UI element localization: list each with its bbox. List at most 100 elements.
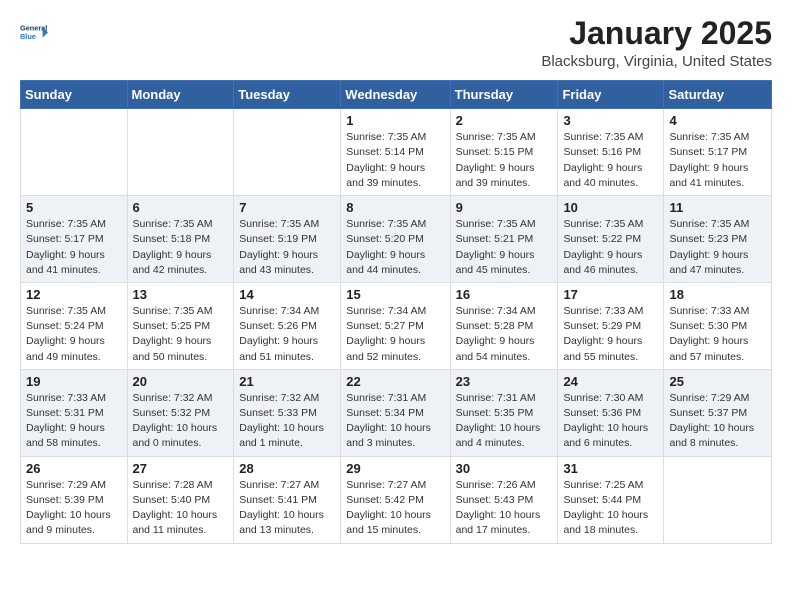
day-number: 21	[239, 374, 335, 389]
table-row: 31 Sunrise: 7:25 AMSunset: 5:44 PMDayligh…	[558, 456, 664, 543]
day-number: 30	[456, 461, 553, 476]
table-row: 6 Sunrise: 7:35 AMSunset: 5:18 PMDaylight…	[127, 196, 234, 283]
day-info: Sunrise: 7:30 AMSunset: 5:36 PMDaylight:…	[563, 391, 658, 452]
header: General Blue January 2025 Blacksburg, Vi…	[20, 16, 772, 70]
day-number: 3	[563, 113, 658, 128]
title-block: January 2025 Blacksburg, Virginia, Unite…	[541, 16, 772, 70]
calendar-week-row: 26 Sunrise: 7:29 AMSunset: 5:39 PMDayligh…	[21, 456, 772, 543]
table-row: 10 Sunrise: 7:35 AMSunset: 5:22 PMDayligh…	[558, 196, 664, 283]
day-info: Sunrise: 7:28 AMSunset: 5:40 PMDaylight:…	[133, 478, 229, 539]
table-row: 20 Sunrise: 7:32 AMSunset: 5:32 PMDayligh…	[127, 369, 234, 456]
day-number: 6	[133, 200, 229, 215]
day-info: Sunrise: 7:35 AMSunset: 5:17 PMDaylight:…	[669, 130, 766, 191]
table-row: 24 Sunrise: 7:30 AMSunset: 5:36 PMDayligh…	[558, 369, 664, 456]
day-number: 27	[133, 461, 229, 476]
day-info: Sunrise: 7:34 AMSunset: 5:27 PMDaylight:…	[346, 304, 444, 365]
table-row	[234, 109, 341, 196]
day-number: 8	[346, 200, 444, 215]
day-info: Sunrise: 7:35 AMSunset: 5:16 PMDaylight:…	[563, 130, 658, 191]
header-thursday: Thursday	[450, 81, 558, 109]
day-number: 7	[239, 200, 335, 215]
day-number: 17	[563, 287, 658, 302]
table-row: 13Sunrise: 7:35 AMSunset: 5:25 PMDayligh…	[127, 282, 234, 369]
svg-text:Blue: Blue	[20, 32, 36, 41]
calendar-subtitle: Blacksburg, Virginia, United States	[541, 53, 772, 70]
table-row: 18Sunrise: 7:33 AMSunset: 5:30 PMDayligh…	[664, 282, 772, 369]
calendar-title: January 2025	[541, 16, 772, 51]
day-info: Sunrise: 7:35 AMSunset: 5:19 PMDaylight:…	[239, 217, 335, 278]
day-number: 26	[26, 461, 122, 476]
day-info: Sunrise: 7:25 AMSunset: 5:44 PMDaylight:…	[563, 478, 658, 539]
day-info: Sunrise: 7:29 AMSunset: 5:37 PMDaylight:…	[669, 391, 766, 452]
header-saturday: Saturday	[664, 81, 772, 109]
table-row: 15 Sunrise: 7:34 AMSunset: 5:27 PMDayligh…	[341, 282, 450, 369]
day-info: Sunrise: 7:31 AMSunset: 5:35 PMDaylight:…	[456, 391, 553, 452]
table-row: 11 Sunrise: 7:35 AMSunset: 5:23 PMDayligh…	[664, 196, 772, 283]
day-info: Sunrise: 7:35 AMSunset: 5:23 PMDaylight:…	[669, 217, 766, 278]
table-row: 2 Sunrise: 7:35 AMSunset: 5:15 PMDaylight…	[450, 109, 558, 196]
day-number: 31	[563, 461, 658, 476]
day-number: 28	[239, 461, 335, 476]
table-row: 25Sunrise: 7:29 AMSunset: 5:37 PMDayligh…	[664, 369, 772, 456]
day-number: 10	[563, 200, 658, 215]
day-info: Sunrise: 7:33 AMSunset: 5:29 PMDaylight:…	[563, 304, 658, 365]
day-info: Sunrise: 7:35 AMSunset: 5:21 PMDaylight:…	[456, 217, 553, 278]
day-number: 15	[346, 287, 444, 302]
day-info: Sunrise: 7:27 AMSunset: 5:41 PMDaylight:…	[239, 478, 335, 539]
table-row	[664, 456, 772, 543]
table-row: 4 Sunrise: 7:35 AMSunset: 5:17 PMDaylight…	[664, 109, 772, 196]
day-number: 5	[26, 200, 122, 215]
day-number: 11	[669, 200, 766, 215]
table-row: 16 Sunrise: 7:34 AMSunset: 5:28 PMDayligh…	[450, 282, 558, 369]
table-row: 12 Sunrise: 7:35 AMSunset: 5:24 PMDayligh…	[21, 282, 128, 369]
day-info: Sunrise: 7:35 AMSunset: 5:18 PMDaylight:…	[133, 217, 229, 278]
day-number: 24	[563, 374, 658, 389]
day-info: Sunrise: 7:35 AMSunset: 5:14 PMDaylight:…	[346, 130, 444, 191]
day-number: 16	[456, 287, 553, 302]
header-friday: Friday	[558, 81, 664, 109]
calendar-table: Sunday Monday Tuesday Wednesday Thursday…	[20, 80, 772, 543]
table-row: 21 Sunrise: 7:32 AMSunset: 5:33 PMDayligh…	[234, 369, 341, 456]
table-row: 30Sunrise: 7:26 AMSunset: 5:43 PMDayligh…	[450, 456, 558, 543]
calendar-week-row: 19Sunrise: 7:33 AMSunset: 5:31 PMDayligh…	[21, 369, 772, 456]
table-row: 19Sunrise: 7:33 AMSunset: 5:31 PMDayligh…	[21, 369, 128, 456]
calendar-week-row: 12 Sunrise: 7:35 AMSunset: 5:24 PMDayligh…	[21, 282, 772, 369]
day-number: 22	[346, 374, 444, 389]
day-info: Sunrise: 7:35 AMSunset: 5:15 PMDaylight:…	[456, 130, 553, 191]
day-info: Sunrise: 7:27 AMSunset: 5:42 PMDaylight:…	[346, 478, 444, 539]
day-info: Sunrise: 7:29 AMSunset: 5:39 PMDaylight:…	[26, 478, 122, 539]
table-row	[127, 109, 234, 196]
day-info: Sunrise: 7:34 AMSunset: 5:26 PMDaylight:…	[239, 304, 335, 365]
table-row: 8 Sunrise: 7:35 AMSunset: 5:20 PMDaylight…	[341, 196, 450, 283]
day-number: 4	[669, 113, 766, 128]
table-row: 23 Sunrise: 7:31 AMSunset: 5:35 PMDayligh…	[450, 369, 558, 456]
table-row: 22 Sunrise: 7:31 AMSunset: 5:34 PMDayligh…	[341, 369, 450, 456]
day-number: 2	[456, 113, 553, 128]
table-row: 17 Sunrise: 7:33 AMSunset: 5:29 PMDayligh…	[558, 282, 664, 369]
day-info: Sunrise: 7:34 AMSunset: 5:28 PMDaylight:…	[456, 304, 553, 365]
day-info: Sunrise: 7:33 AMSunset: 5:31 PMDaylight:…	[26, 391, 122, 452]
table-row: 3 Sunrise: 7:35 AMSunset: 5:16 PMDaylight…	[558, 109, 664, 196]
table-row: 27 Sunrise: 7:28 AMSunset: 5:40 PMDayligh…	[127, 456, 234, 543]
day-info: Sunrise: 7:35 AMSunset: 5:24 PMDaylight:…	[26, 304, 122, 365]
day-number: 20	[133, 374, 229, 389]
header-wednesday: Wednesday	[341, 81, 450, 109]
table-row: 29 Sunrise: 7:27 AMSunset: 5:42 PMDayligh…	[341, 456, 450, 543]
day-info: Sunrise: 7:31 AMSunset: 5:34 PMDaylight:…	[346, 391, 444, 452]
table-row: 14Sunrise: 7:34 AMSunset: 5:26 PMDayligh…	[234, 282, 341, 369]
table-row	[21, 109, 128, 196]
day-info: Sunrise: 7:32 AMSunset: 5:33 PMDaylight:…	[239, 391, 335, 452]
day-info: Sunrise: 7:35 AMSunset: 5:22 PMDaylight:…	[563, 217, 658, 278]
day-number: 12	[26, 287, 122, 302]
day-info: Sunrise: 7:35 AMSunset: 5:20 PMDaylight:…	[346, 217, 444, 278]
calendar-week-row: 5Sunrise: 7:35 AMSunset: 5:17 PMDaylight…	[21, 196, 772, 283]
calendar-week-row: 1 Sunrise: 7:35 AMSunset: 5:14 PMDaylight…	[21, 109, 772, 196]
day-info: Sunrise: 7:35 AMSunset: 5:25 PMDaylight:…	[133, 304, 229, 365]
table-row: 5Sunrise: 7:35 AMSunset: 5:17 PMDaylight…	[21, 196, 128, 283]
day-number: 29	[346, 461, 444, 476]
table-row: 28 Sunrise: 7:27 AMSunset: 5:41 PMDayligh…	[234, 456, 341, 543]
day-number: 1	[346, 113, 444, 128]
day-info: Sunrise: 7:33 AMSunset: 5:30 PMDaylight:…	[669, 304, 766, 365]
day-info: Sunrise: 7:32 AMSunset: 5:32 PMDaylight:…	[133, 391, 229, 452]
day-number: 23	[456, 374, 553, 389]
